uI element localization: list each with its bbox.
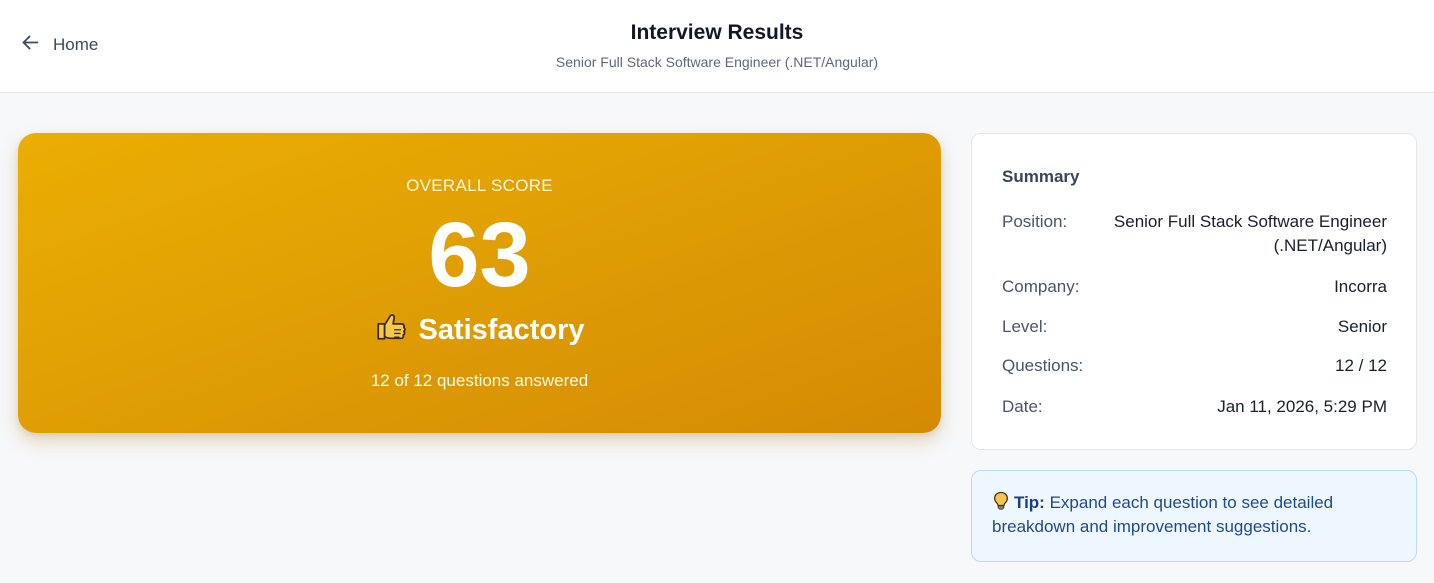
summary-value: Senior Full Stack Software Engineer (.NE… xyxy=(1113,212,1387,255)
summary-row-questions: Questions: 12 / 12 xyxy=(1002,354,1387,378)
summary-value: 12 / 12 xyxy=(1335,356,1387,375)
page-subtitle: Senior Full Stack Software Engineer (.NE… xyxy=(555,54,879,70)
tip-box: Tip: Expand each question to see detaile… xyxy=(971,470,1417,562)
summary-row-company: Company: Incorra xyxy=(1002,275,1387,299)
page-title: Interview Results xyxy=(630,21,804,44)
summary-value: Jan 11, 2026, 5:29 PM xyxy=(1217,397,1387,416)
summary-key: Level: xyxy=(1002,317,1048,336)
summary-key: Questions: xyxy=(1002,356,1084,375)
overall-score-value: 63 xyxy=(428,204,531,306)
summary-row-level: Level: Senior xyxy=(1002,315,1387,339)
summary-key: Company: xyxy=(1002,277,1080,296)
page-header: Home Interview Results Senior Full Stack… xyxy=(0,0,1434,93)
rating-label: Satisfactory xyxy=(418,313,585,346)
overall-score-label: OVERALL SCORE xyxy=(406,176,553,195)
summary-key: Position: xyxy=(1002,212,1068,231)
lightbulb-icon xyxy=(992,491,1014,512)
summary-key: Date: xyxy=(1002,397,1043,416)
summary-title: Summary xyxy=(1002,167,1080,186)
summary-value: Incorra xyxy=(1334,277,1387,296)
summary-card: Summary Position: Senior Full Stack Soft… xyxy=(971,133,1417,450)
questions-answered-text: 12 of 12 questions answered xyxy=(370,371,589,390)
thumbs-up-icon xyxy=(374,309,408,351)
overall-score-card: OVERALL SCORE 63 Satisfactory 12 of 12 q… xyxy=(18,133,941,433)
summary-row-position: Position: Senior Full Stack Software Eng… xyxy=(1002,210,1387,258)
summary-row-date: Date: Jan 11, 2026, 5:29 PM xyxy=(1002,395,1387,419)
score-rating: Satisfactory xyxy=(18,309,941,351)
summary-value: Senior xyxy=(1337,317,1387,336)
tip-label: Tip: xyxy=(1014,493,1045,512)
